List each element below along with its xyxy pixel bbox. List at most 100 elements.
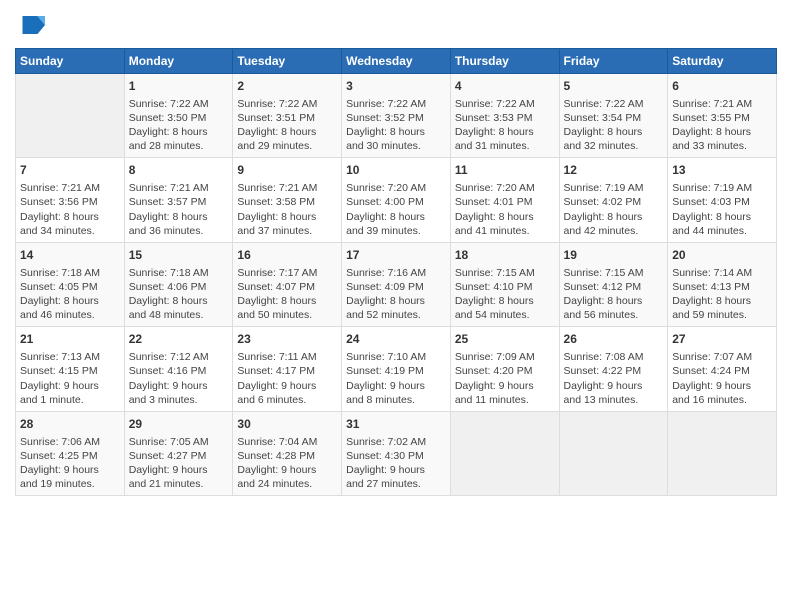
header-cell-sunday: Sunday bbox=[16, 49, 125, 74]
day-number: 7 bbox=[20, 162, 120, 179]
calendar-cell: 4 Sunrise: 7:22 AMSunset: 3:53 PMDaylight… bbox=[450, 74, 559, 158]
day-number: 14 bbox=[20, 247, 120, 264]
day-number: 19 bbox=[564, 247, 664, 264]
day-info: Sunrise: 7:22 AMSunset: 3:54 PMDaylight:… bbox=[564, 97, 664, 154]
calendar-cell: 27 Sunrise: 7:07 AMSunset: 4:24 PMDayligh… bbox=[668, 327, 777, 411]
day-info: Sunrise: 7:19 AMSunset: 4:02 PMDaylight:… bbox=[564, 181, 664, 238]
day-number: 3 bbox=[346, 78, 446, 95]
calendar-cell: 1 Sunrise: 7:22 AMSunset: 3:50 PMDaylight… bbox=[124, 74, 233, 158]
day-number: 8 bbox=[129, 162, 229, 179]
calendar-header: SundayMondayTuesdayWednesdayThursdayFrid… bbox=[16, 49, 777, 74]
week-row-3: 14Sunrise: 7:18 AMSunset: 4:05 PMDayligh… bbox=[16, 242, 777, 326]
calendar-cell: 28 Sunrise: 7:06 AMSunset: 4:25 PMDayligh… bbox=[16, 411, 125, 495]
day-info: Sunrise: 7:08 AMSunset: 4:22 PMDaylight:… bbox=[564, 350, 664, 407]
header-cell-tuesday: Tuesday bbox=[233, 49, 342, 74]
week-row-4: 21 Sunrise: 7:13 AMSunset: 4:15 PMDayligh… bbox=[16, 327, 777, 411]
day-info: Sunrise: 7:12 AMSunset: 4:16 PMDaylight:… bbox=[129, 350, 229, 407]
day-number: 26 bbox=[564, 331, 664, 348]
day-number: 28 bbox=[20, 416, 120, 433]
day-info: Sunrise: 7:04 AMSunset: 4:28 PMDaylight:… bbox=[237, 435, 337, 492]
calendar-cell bbox=[668, 411, 777, 495]
day-info: Sunrise: 7:17 AMSunset: 4:07 PMDaylight:… bbox=[237, 266, 337, 323]
day-info: Sunrise: 7:22 AMSunset: 3:51 PMDaylight:… bbox=[237, 97, 337, 154]
day-info: Sunrise: 7:22 AMSunset: 3:53 PMDaylight:… bbox=[455, 97, 555, 154]
calendar-cell: 25 Sunrise: 7:09 AMSunset: 4:20 PMDayligh… bbox=[450, 327, 559, 411]
calendar-cell: 22 Sunrise: 7:12 AMSunset: 4:16 PMDayligh… bbox=[124, 327, 233, 411]
day-info: Sunrise: 7:13 AMSunset: 4:15 PMDaylight:… bbox=[20, 350, 120, 407]
header-cell-thursday: Thursday bbox=[450, 49, 559, 74]
day-number: 21 bbox=[20, 331, 120, 348]
day-info: Sunrise: 7:21 AMSunset: 3:56 PMDaylight:… bbox=[20, 181, 120, 238]
day-number: 25 bbox=[455, 331, 555, 348]
calendar-cell bbox=[16, 74, 125, 158]
page-header bbox=[15, 10, 777, 40]
day-info: Sunrise: 7:15 AMSunset: 4:12 PMDaylight:… bbox=[564, 266, 664, 323]
calendar-cell: 29 Sunrise: 7:05 AMSunset: 4:27 PMDayligh… bbox=[124, 411, 233, 495]
calendar-cell: 26 Sunrise: 7:08 AMSunset: 4:22 PMDayligh… bbox=[559, 327, 668, 411]
calendar-cell: 7 Sunrise: 7:21 AMSunset: 3:56 PMDaylight… bbox=[16, 158, 125, 242]
calendar-cell: 9 Sunrise: 7:21 AMSunset: 3:58 PMDaylight… bbox=[233, 158, 342, 242]
calendar-cell: 16 Sunrise: 7:17 AMSunset: 4:07 PMDayligh… bbox=[233, 242, 342, 326]
day-number: 1 bbox=[129, 78, 229, 95]
day-info: Sunrise: 7:21 AMSunset: 3:58 PMDaylight:… bbox=[237, 181, 337, 238]
day-number: 22 bbox=[129, 331, 229, 348]
calendar-cell: 17 Sunrise: 7:16 AMSunset: 4:09 PMDayligh… bbox=[342, 242, 451, 326]
day-info: Sunrise: 7:05 AMSunset: 4:27 PMDaylight:… bbox=[129, 435, 229, 492]
day-number: 16 bbox=[237, 247, 337, 264]
day-number: 9 bbox=[237, 162, 337, 179]
day-number: 13 bbox=[672, 162, 772, 179]
day-info: Sunrise: 7:02 AMSunset: 4:30 PMDaylight:… bbox=[346, 435, 446, 492]
calendar-table: SundayMondayTuesdayWednesdayThursdayFrid… bbox=[15, 48, 777, 496]
week-row-1: 1 Sunrise: 7:22 AMSunset: 3:50 PMDaylight… bbox=[16, 74, 777, 158]
calendar-cell: 20 Sunrise: 7:14 AMSunset: 4:13 PMDayligh… bbox=[668, 242, 777, 326]
day-number: 27 bbox=[672, 331, 772, 348]
calendar-cell: 23 Sunrise: 7:11 AMSunset: 4:17 PMDayligh… bbox=[233, 327, 342, 411]
calendar-cell bbox=[559, 411, 668, 495]
calendar-cell: 10 Sunrise: 7:20 AMSunset: 4:00 PMDayligh… bbox=[342, 158, 451, 242]
day-info: Sunrise: 7:14 AMSunset: 4:13 PMDaylight:… bbox=[672, 266, 772, 323]
day-info: Sunrise: 7:20 AMSunset: 4:01 PMDaylight:… bbox=[455, 181, 555, 238]
calendar-cell: 8 Sunrise: 7:21 AMSunset: 3:57 PMDaylight… bbox=[124, 158, 233, 242]
day-number: 23 bbox=[237, 331, 337, 348]
calendar-cell: 11Sunrise: 7:20 AMSunset: 4:01 PMDayligh… bbox=[450, 158, 559, 242]
day-number: 17 bbox=[346, 247, 446, 264]
day-info: Sunrise: 7:10 AMSunset: 4:19 PMDaylight:… bbox=[346, 350, 446, 407]
header-cell-monday: Monday bbox=[124, 49, 233, 74]
day-number: 20 bbox=[672, 247, 772, 264]
day-number: 12 bbox=[564, 162, 664, 179]
day-info: Sunrise: 7:21 AMSunset: 3:55 PMDaylight:… bbox=[672, 97, 772, 154]
calendar-cell: 13 Sunrise: 7:19 AMSunset: 4:03 PMDayligh… bbox=[668, 158, 777, 242]
day-number: 2 bbox=[237, 78, 337, 95]
calendar-cell: 2 Sunrise: 7:22 AMSunset: 3:51 PMDaylight… bbox=[233, 74, 342, 158]
day-number: 10 bbox=[346, 162, 446, 179]
day-number: 5 bbox=[564, 78, 664, 95]
day-number: 29 bbox=[129, 416, 229, 433]
day-info: Sunrise: 7:16 AMSunset: 4:09 PMDaylight:… bbox=[346, 266, 446, 323]
day-info: Sunrise: 7:18 AMSunset: 4:06 PMDaylight:… bbox=[129, 266, 229, 323]
day-number: 18 bbox=[455, 247, 555, 264]
day-info: Sunrise: 7:21 AMSunset: 3:57 PMDaylight:… bbox=[129, 181, 229, 238]
calendar-cell: 3Sunrise: 7:22 AMSunset: 3:52 PMDaylight… bbox=[342, 74, 451, 158]
logo-icon bbox=[15, 10, 45, 40]
logo bbox=[15, 10, 49, 40]
calendar-cell: 19 Sunrise: 7:15 AMSunset: 4:12 PMDayligh… bbox=[559, 242, 668, 326]
day-info: Sunrise: 7:07 AMSunset: 4:24 PMDaylight:… bbox=[672, 350, 772, 407]
calendar-cell: 18Sunrise: 7:15 AMSunset: 4:10 PMDayligh… bbox=[450, 242, 559, 326]
day-info: Sunrise: 7:20 AMSunset: 4:00 PMDaylight:… bbox=[346, 181, 446, 238]
day-number: 6 bbox=[672, 78, 772, 95]
day-info: Sunrise: 7:06 AMSunset: 4:25 PMDaylight:… bbox=[20, 435, 120, 492]
calendar-cell: 6 Sunrise: 7:21 AMSunset: 3:55 PMDaylight… bbox=[668, 74, 777, 158]
day-info: Sunrise: 7:09 AMSunset: 4:20 PMDaylight:… bbox=[455, 350, 555, 407]
header-cell-friday: Friday bbox=[559, 49, 668, 74]
calendar-cell: 14Sunrise: 7:18 AMSunset: 4:05 PMDayligh… bbox=[16, 242, 125, 326]
day-number: 30 bbox=[237, 416, 337, 433]
header-cell-saturday: Saturday bbox=[668, 49, 777, 74]
calendar-cell: 15 Sunrise: 7:18 AMSunset: 4:06 PMDayligh… bbox=[124, 242, 233, 326]
day-info: Sunrise: 7:11 AMSunset: 4:17 PMDaylight:… bbox=[237, 350, 337, 407]
day-info: Sunrise: 7:19 AMSunset: 4:03 PMDaylight:… bbox=[672, 181, 772, 238]
day-number: 4 bbox=[455, 78, 555, 95]
day-number: 15 bbox=[129, 247, 229, 264]
calendar-cell bbox=[450, 411, 559, 495]
day-info: Sunrise: 7:22 AMSunset: 3:50 PMDaylight:… bbox=[129, 97, 229, 154]
calendar-body: 1 Sunrise: 7:22 AMSunset: 3:50 PMDaylight… bbox=[16, 74, 777, 496]
